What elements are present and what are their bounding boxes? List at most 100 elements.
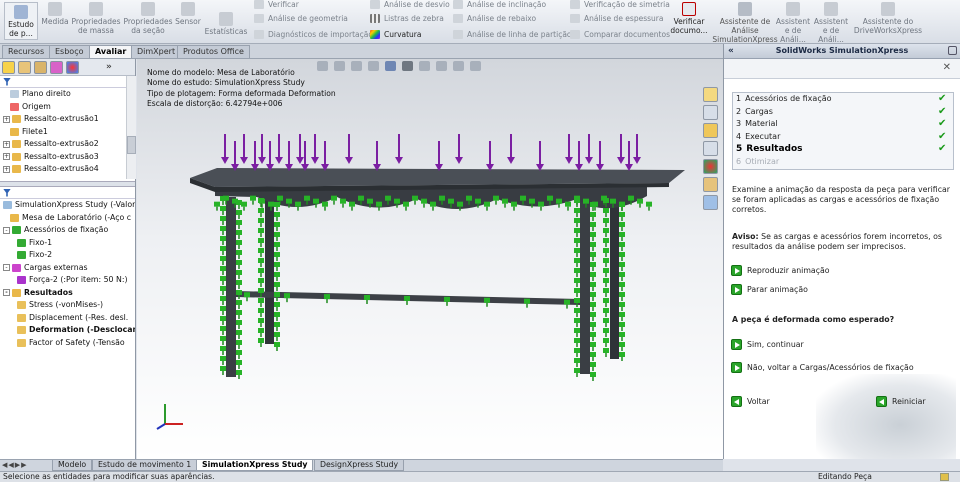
feature_tree-item[interactable]: Filete1 <box>0 126 135 139</box>
compare-documents-item[interactable]: Comparar documentos <box>570 30 670 39</box>
feature-manager-icon[interactable] <box>2 60 15 74</box>
stop-animation-button[interactable]: Parar animação <box>731 284 808 295</box>
tab-scroll-arrows[interactable]: ◀◀▶▶ <box>2 461 28 469</box>
wizard-step-3[interactable]: 3 Material ✔ <box>733 118 953 131</box>
collapse-chevron-icon[interactable]: « <box>728 44 734 58</box>
yes-continue-button[interactable]: Sim, continuar <box>731 339 804 350</box>
geometry-analysis-item[interactable]: Análise de geometria <box>254 14 348 23</box>
wizard-step-4[interactable]: 4 Executar ✔ <box>733 131 953 144</box>
back-button[interactable]: Voltar <box>731 396 770 407</box>
feature_tree-item[interactable]: Plano direito <box>0 88 135 101</box>
model-view <box>156 134 685 430</box>
home-icon[interactable] <box>703 87 718 102</box>
expand-icon[interactable]: + <box>3 140 10 148</box>
sim_tree-item[interactable]: - Acessórios de fixação <box>0 224 135 237</box>
draft-analysis-item[interactable]: Análise de inclinação <box>453 0 546 9</box>
wizard-step-5[interactable]: 5 Resultados ✔ <box>733 143 953 156</box>
driveworksxpress-button[interactable]: Assistente do DriveWorksXpress <box>852 2 924 35</box>
collapse-icon[interactable]: - <box>3 264 10 271</box>
feature-filter[interactable] <box>0 76 135 88</box>
verify-document-button[interactable]: Verificar documo... <box>668 2 710 35</box>
pin-icon[interactable] <box>948 46 957 55</box>
measure-button[interactable]: Medida <box>41 2 69 26</box>
design-library-icon[interactable] <box>703 105 718 120</box>
close-icon[interactable]: ✕ <box>943 62 951 73</box>
file-explorer-icon[interactable] <box>703 123 718 138</box>
thickness-analysis-item[interactable]: Análise de espessura <box>570 14 663 23</box>
feature_tree-item[interactable]: + Ressalto-extrusão3 <box>0 151 135 164</box>
restart-button[interactable]: Reiniciar <box>876 396 926 407</box>
search-icon[interactable] <box>703 141 718 156</box>
verify-item[interactable]: Verificar <box>254 0 299 9</box>
sim_tree-item[interactable]: Displacement (-Res. desl. <box>0 312 135 325</box>
sim_tree-item[interactable]: Stress (-vonMises-) <box>0 299 135 312</box>
parting-line-analysis-item[interactable]: Análise de linha de partição <box>453 30 572 39</box>
play-animation-button[interactable]: Reproduzir animação <box>731 265 830 276</box>
tab-designxpress-study[interactable]: DesignXpress Study <box>314 460 405 471</box>
help-icon[interactable] <box>940 473 949 481</box>
tab-produtos-office[interactable]: Produtos Office <box>177 45 250 58</box>
tab-simulationxpress-study[interactable]: SimulationXpress Study <box>196 460 314 471</box>
collapse-icon[interactable]: - <box>3 289 10 296</box>
feature-tree-scrollbar[interactable] <box>126 76 136 179</box>
sim_tree-item[interactable]: - Cargas externas <box>0 262 135 275</box>
simulation-filter[interactable] <box>0 187 135 199</box>
sim_tree-item[interactable]: Deformation (-Desclocan <box>0 324 135 337</box>
sim_tree-label: SimulationXpress Study (-Valor p <box>15 200 135 209</box>
sim_tree-item[interactable]: Mesa de Laboratório (-Aço c <box>0 212 135 225</box>
simulationxpress-assistant-button[interactable]: Assistente de Análise SimulationXpress <box>712 2 778 44</box>
deviation-analysis-item[interactable]: Análise de desvio <box>370 0 450 9</box>
fixture-marker <box>619 222 625 227</box>
collapse-icon[interactable]: - <box>3 226 10 234</box>
tab-estudo-movimento[interactable]: Estudo de movimento 1 <box>92 460 198 471</box>
expand-chevron-icon[interactable]: » <box>106 62 112 72</box>
configuration-manager-icon[interactable] <box>34 60 47 74</box>
sim_tree-item[interactable]: Força-2 (:Por item: 50 N:) <box>0 274 135 287</box>
feature_tree-item[interactable]: Origem <box>0 101 135 114</box>
feature_tree-item[interactable]: + Ressalto-extrusão1 <box>0 113 135 126</box>
sim_tree-item[interactable]: - Resultados <box>0 287 135 300</box>
fixture-marker <box>547 195 553 201</box>
assistant-button-2[interactable]: Assistent e de Análi... <box>776 2 810 44</box>
wizard-step-1[interactable]: 1 Acessórios de fixação ✔ <box>733 93 953 106</box>
assistant-button-3[interactable]: Assistent e de Análi... <box>814 2 848 44</box>
sim_tree-item[interactable]: Factor of Safety (-Tensão <box>0 337 135 350</box>
sim_tree-item[interactable]: SimulationXpress Study (-Valor p <box>0 199 135 212</box>
tab-recursos[interactable]: Recursos <box>2 45 51 58</box>
section-properties-button[interactable]: Propriedades da seção <box>122 2 174 35</box>
scrollbar-thumb[interactable] <box>127 136 136 154</box>
appearances-icon[interactable] <box>703 159 718 174</box>
statistics-button[interactable]: Estatísticas <box>204 12 248 36</box>
wizard-step-2[interactable]: 2 Cargas ✔ <box>733 106 953 119</box>
mass-properties-button[interactable]: Propriedades de massa <box>70 2 122 35</box>
tab-avaliar[interactable]: Avaliar <box>89 45 133 58</box>
study-button[interactable]: Estudo de p... <box>4 2 38 40</box>
tab-esboco[interactable]: Esboço <box>49 45 90 58</box>
undercut-analysis-item[interactable]: Análise de rebaixo <box>453 14 536 23</box>
expand-icon[interactable]: + <box>3 153 10 160</box>
property-manager-icon[interactable] <box>18 60 31 74</box>
expand-icon[interactable]: + <box>3 115 10 123</box>
feature_tree-item[interactable]: + Ressalto-extrusão4 <box>0 163 135 176</box>
zebra-stripes-item[interactable]: Listras de zebra <box>370 14 444 23</box>
sim_tree-label: Stress (-vonMises-) <box>29 300 104 309</box>
simulationxpress-icon[interactable] <box>703 195 718 210</box>
tab-modelo[interactable]: Modelo <box>52 460 93 471</box>
expand-icon[interactable]: + <box>3 165 10 173</box>
sim_tree-label: Resultados <box>24 287 73 297</box>
display-manager-icon[interactable] <box>66 60 79 74</box>
tab-dimxpert[interactable]: DimXpert <box>131 45 182 58</box>
custom-properties-icon[interactable] <box>703 177 718 192</box>
graphics-area[interactable]: Nome do modelo: Mesa de Laboratório Nome… <box>137 59 723 459</box>
curvature-item[interactable]: Curvatura <box>370 30 421 39</box>
symmetry-check-item[interactable]: Verificação de simetria <box>570 0 670 9</box>
feature_tree-item[interactable]: + Ressalto-extrusão2 <box>0 138 135 151</box>
sim_tree-item[interactable]: Fixo-2 <box>0 249 135 262</box>
dimxpert-manager-icon[interactable] <box>50 60 63 74</box>
import-diagnostics-item[interactable]: Diagnósticos de importação <box>254 30 373 39</box>
sensor-button[interactable]: Sensor <box>174 2 202 26</box>
fixture-marker <box>268 201 274 207</box>
fixture-marker <box>274 202 280 207</box>
no-go-back-button[interactable]: Não, voltar a Cargas/Acessórios de fixaç… <box>731 362 914 373</box>
sim_tree-item[interactable]: Fixo-1 <box>0 237 135 250</box>
